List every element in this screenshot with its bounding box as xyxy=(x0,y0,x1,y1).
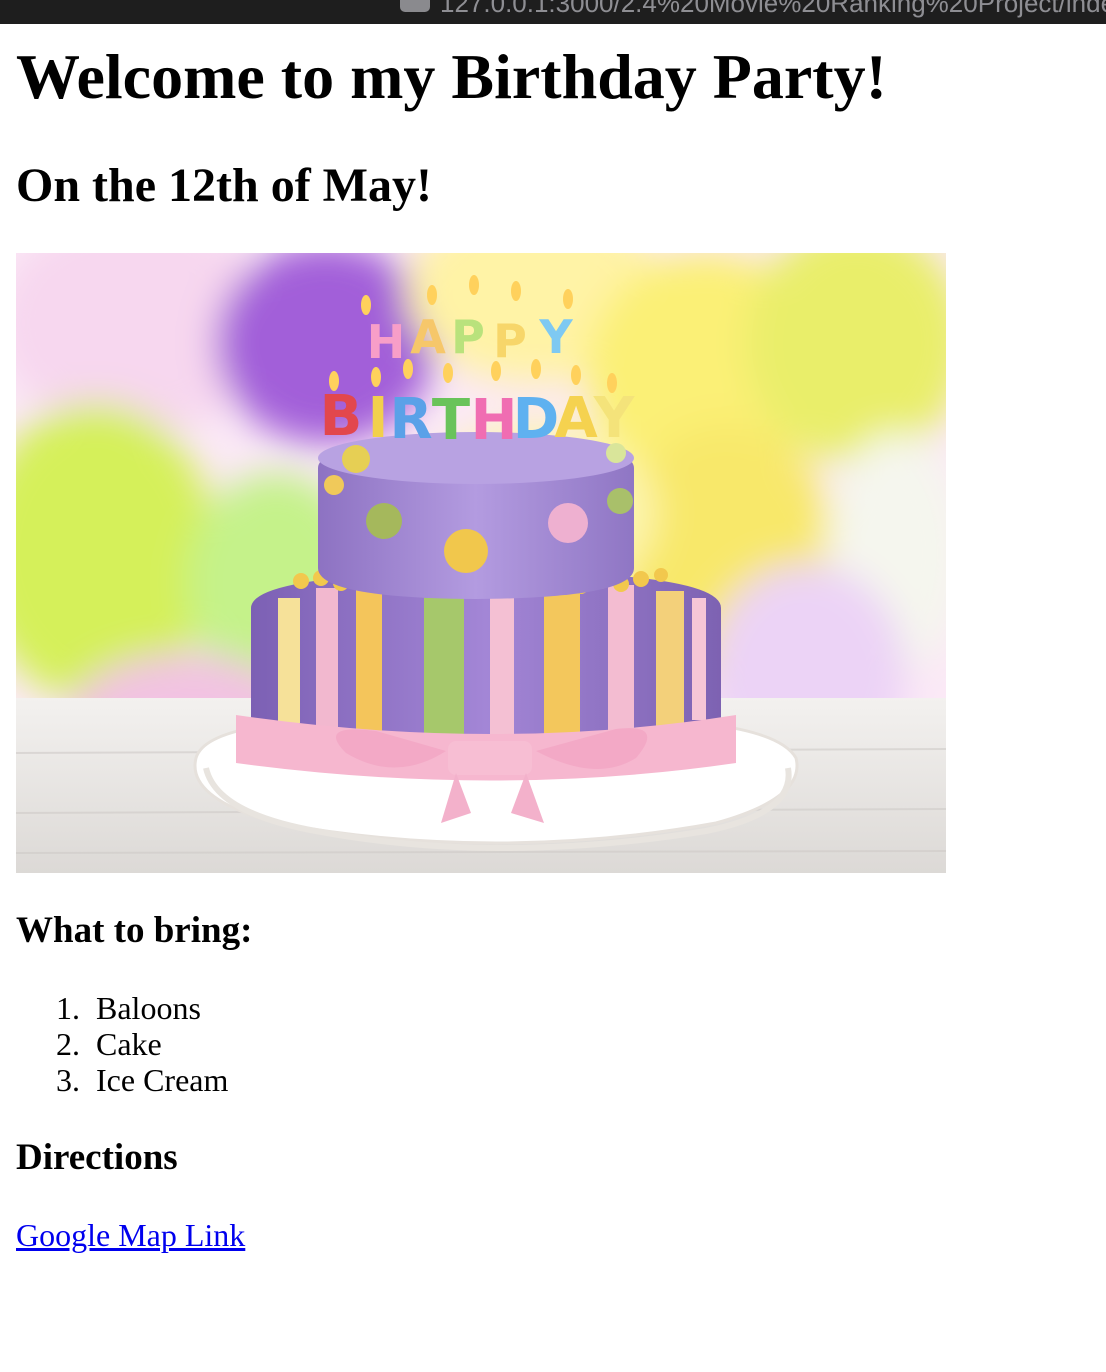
what-to-bring-heading: What to bring: xyxy=(16,910,253,951)
event-date-heading: On the 12th of May! xyxy=(16,159,432,212)
lock-icon xyxy=(400,0,430,12)
address-url[interactable]: 127.0.0.1:3000/2.4%20Movie%20Ranking%20P… xyxy=(440,0,1106,19)
svg-text:Y: Y xyxy=(538,310,573,364)
svg-text:D: D xyxy=(513,387,559,452)
list-item: 1. Baloons xyxy=(16,990,228,1026)
bring-list: 1. Baloons 2. Cake 3. Ice Cream xyxy=(16,990,228,1098)
page-title: Welcome to my Birthday Party! xyxy=(16,41,887,112)
list-item-label: Cake xyxy=(96,1026,162,1062)
list-item: 3. Ice Cream xyxy=(16,1062,228,1098)
list-number: 2. xyxy=(56,1026,80,1062)
svg-text:P: P xyxy=(493,314,527,368)
svg-text:Y: Y xyxy=(593,386,636,451)
svg-text:B: B xyxy=(320,384,363,449)
svg-text:T: T xyxy=(432,388,470,453)
google-map-link[interactable]: Google Map Link xyxy=(16,1215,245,1255)
browser-address-bar: 127.0.0.1:3000/2.4%20Movie%20Ranking%20P… xyxy=(0,0,1106,24)
birthday-cake-image: H A P P Y B I R T H D A Y xyxy=(16,253,946,873)
svg-text:A: A xyxy=(410,310,446,364)
list-item: 2. Cake xyxy=(16,1026,228,1062)
svg-text:H: H xyxy=(367,315,406,369)
svg-text:P: P xyxy=(451,310,485,364)
list-number: 3. xyxy=(56,1062,80,1098)
list-item-label: Ice Cream xyxy=(96,1062,229,1098)
svg-text:R: R xyxy=(389,387,432,452)
svg-text:H: H xyxy=(471,388,518,453)
list-item-label: Baloons xyxy=(96,990,201,1026)
directions-heading: Directions xyxy=(16,1137,178,1178)
list-number: 1. xyxy=(56,990,80,1026)
svg-text:A: A xyxy=(554,386,598,451)
svg-text:I: I xyxy=(368,386,389,451)
